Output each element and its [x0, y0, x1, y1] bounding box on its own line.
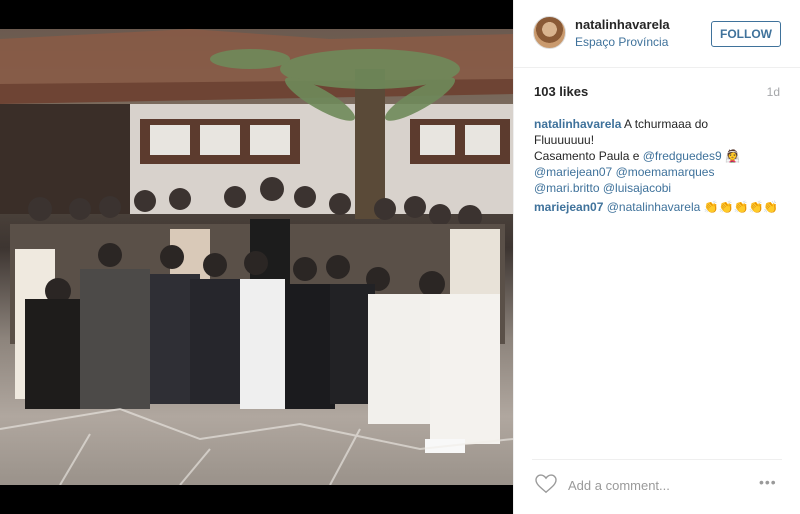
comment-username[interactable]: mariejean07 [534, 200, 603, 214]
mention-mariejean07[interactable]: @mariejean07 [534, 165, 612, 179]
likes-count[interactable]: 103 likes [534, 84, 588, 99]
post-photo[interactable] [0, 29, 513, 485]
mention-fredguedes9[interactable]: @fredguedes9 [643, 149, 722, 163]
post-side-panel: natalinhavarela Espaço Província FOLLOW … [513, 0, 800, 514]
comments-list: natalinhavarela A tchurmaaa do Fluuuuuuu… [534, 116, 784, 218]
avatar[interactable] [533, 16, 566, 49]
clap-emoji-icons: 👏👏👏👏👏 [703, 200, 779, 214]
caption-comment: natalinhavarela A tchurmaaa do Fluuuuuuu… [534, 116, 784, 196]
mention-mari-britto[interactable]: @mari.britto [534, 181, 600, 195]
post-media [0, 0, 513, 514]
post-timestamp[interactable]: 1d [767, 85, 780, 99]
caption-line-1: A tchurmaaa do [624, 117, 709, 131]
post-header: natalinhavarela Espaço Província FOLLOW [514, 0, 800, 68]
follow-button[interactable]: FOLLOW [711, 21, 781, 47]
emoji-icon: 👰 [725, 149, 740, 163]
mention-luisajacobi[interactable]: @luisajacobi [603, 181, 671, 195]
add-comment-input[interactable] [568, 476, 718, 494]
caption-line-2: Fluuuuuuu! [534, 133, 595, 147]
caption-line-3: Casamento Paula e [534, 149, 640, 163]
group-photo-illustration [0, 29, 513, 485]
comment-item: mariejean07 @natalinhavarela 👏👏👏👏👏 [534, 199, 784, 215]
mention-moemamarques[interactable]: @moemamarques [616, 165, 715, 179]
heart-icon[interactable] [535, 474, 557, 494]
caption-username[interactable]: natalinhavarela [534, 117, 621, 131]
footer-divider [532, 459, 782, 460]
more-options-icon[interactable]: ••• [759, 475, 783, 491]
comment-mention[interactable]: @natalinhavarela [607, 200, 701, 214]
username-link[interactable]: natalinhavarela [575, 17, 670, 32]
location-link[interactable]: Espaço Província [575, 35, 668, 49]
